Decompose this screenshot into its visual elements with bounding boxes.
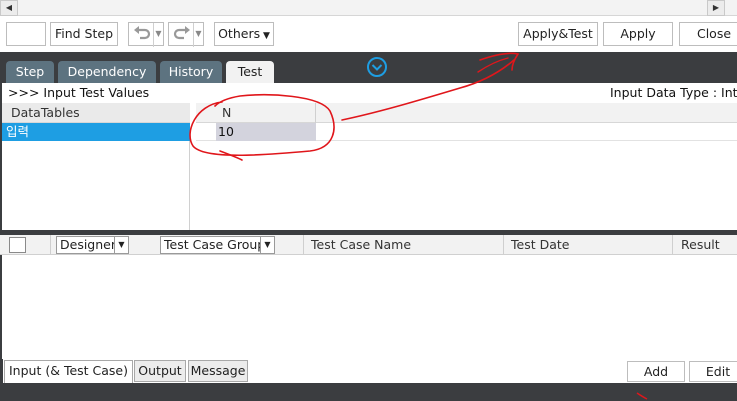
grid-divider [672,235,673,254]
edit-button[interactable]: Edit [689,361,737,382]
column-result[interactable]: Result [681,235,720,255]
select-all-checkbox[interactable] [9,237,26,253]
test-case-group-filter[interactable]: Test Case Group ▼ [160,236,275,254]
designer-filter[interactable]: Designer ▼ [56,236,129,254]
tab-output[interactable]: Output [134,360,186,382]
test-case-group-label: Test Case Group [164,237,266,252]
add-button[interactable]: Add [627,361,685,382]
grid-divider [303,235,304,254]
column-test-case-name[interactable]: Test Case Name [311,235,411,255]
column-test-date[interactable]: Test Date [511,235,569,255]
tab-input-test-case[interactable]: Input (& Test Case) [4,360,133,383]
chevron-down-icon: ▼ [260,237,274,253]
test-case-list[interactable] [0,255,737,359]
tab-message[interactable]: Message [188,360,248,382]
test-case-grid-header: Designer ▼ Test Case Group ▼ Test Case N… [0,230,737,255]
designer-label: Designer [60,237,116,252]
grid-divider [503,235,504,254]
bottom-tab-area: Input (& Test Case) Output Message Add E… [0,359,737,383]
status-bar [0,383,737,401]
red-mark-icon [636,392,648,400]
chevron-down-icon: ▼ [114,237,128,253]
left-frame-edge [0,359,3,383]
grid-divider [50,235,51,254]
